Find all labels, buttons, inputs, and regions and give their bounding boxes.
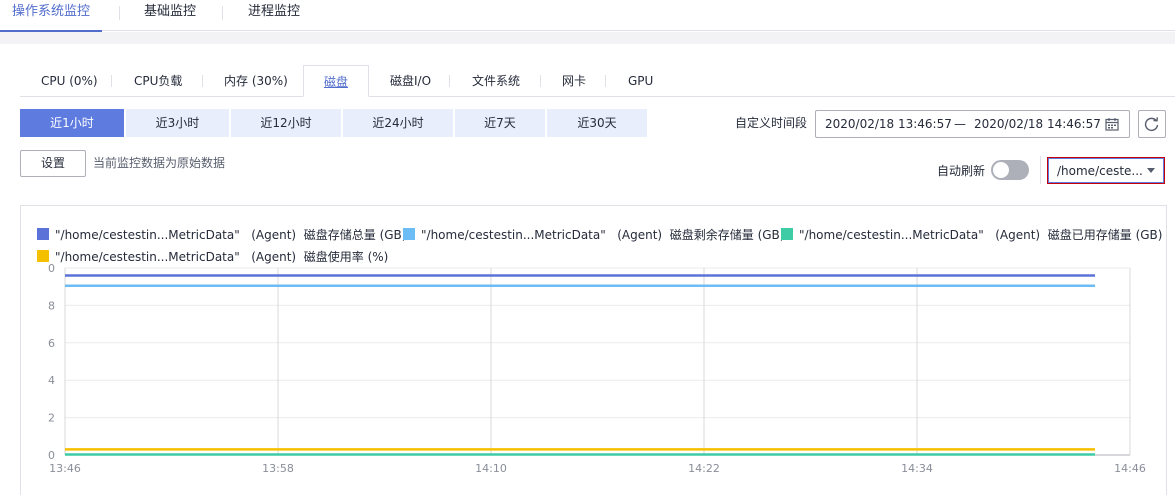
x-tick-label: 13:46: [49, 462, 81, 475]
tab-divider: [540, 75, 541, 87]
tab-memory[interactable]: 内存 (30%): [224, 65, 288, 97]
chart-panel: "/home/cestestin...MetricData" (Agent) 磁…: [20, 205, 1167, 495]
range-12h-button[interactable]: 近12小时: [231, 109, 341, 137]
tab-divider: [119, 6, 120, 20]
tab-divider: [605, 75, 606, 87]
chevron-down-icon: [1147, 168, 1155, 173]
directory-select-value: /home/ceste...: [1057, 164, 1143, 178]
top-tab-bar: 操作系统监控 基础监控 进程监控: [0, 0, 1175, 32]
tab-divider: [202, 75, 203, 87]
auto-refresh-label: 自动刷新: [937, 164, 986, 178]
toggle-knob: [993, 162, 1009, 178]
settings-button[interactable]: 设置: [20, 150, 86, 177]
y-tick-label: 4: [48, 374, 55, 387]
tab-filesystem[interactable]: 文件系统: [472, 65, 520, 97]
tab-cpu[interactable]: CPU (0%): [41, 65, 98, 97]
tab-disk[interactable]: 磁盘: [303, 65, 369, 97]
metric-tab-bar: CPU (0%) CPU负载 内存 (30%) 磁盘 磁盘I/O 文件系统 网卡…: [20, 65, 1175, 97]
x-tick-label: 14:10: [475, 462, 507, 475]
y-tick-label: 0: [48, 262, 55, 275]
start-date-value[interactable]: 2020/02/18 13:46:57: [825, 117, 952, 131]
tab-divider: [111, 75, 112, 87]
tab-os-monitoring[interactable]: 操作系统监控: [0, 0, 103, 32]
refresh-button[interactable]: [1138, 110, 1166, 138]
range-7d-button[interactable]: 近7天: [455, 109, 545, 137]
custom-range-label: 自定义时间段: [735, 116, 808, 130]
x-tick-label: 13:58: [262, 462, 294, 475]
y-tick-label: 0: [48, 449, 55, 462]
end-date-value[interactable]: 2020/02/18 14:46:57: [974, 117, 1101, 131]
tab-cpu-load[interactable]: CPU负载: [134, 65, 182, 97]
range-24h-button[interactable]: 近24小时: [343, 109, 453, 137]
tab-divider: [449, 75, 450, 87]
range-30d-button[interactable]: 近30天: [547, 109, 647, 137]
tab-process-monitoring[interactable]: 进程监控: [248, 0, 300, 31]
date-range-separator: —: [954, 117, 966, 131]
range-1h-button[interactable]: 近1小时: [20, 109, 124, 137]
tab-basic-monitoring[interactable]: 基础监控: [144, 0, 196, 31]
divider: [1040, 156, 1041, 184]
x-tick-label: 14:22: [688, 462, 720, 475]
section-divider-band: [0, 32, 1175, 44]
x-tick-label: 14:34: [901, 462, 933, 475]
refresh-icon: [1144, 117, 1159, 131]
tab-disk-io[interactable]: 磁盘I/O: [390, 65, 431, 97]
calendar-icon[interactable]: [1105, 117, 1119, 131]
tab-divider: [222, 6, 223, 20]
y-tick-label: 8: [48, 299, 55, 312]
y-tick-label: 6: [48, 337, 55, 350]
x-tick-label: 14:46: [1114, 462, 1146, 475]
range-3h-button[interactable]: 近3小时: [126, 109, 229, 137]
directory-select[interactable]: /home/ceste...: [1047, 157, 1165, 184]
tab-gpu[interactable]: GPU: [628, 65, 653, 97]
y-tick-label: 2: [48, 412, 55, 425]
disk-usage-chart: 02468013:46 13:58 14:10 14:22 14:34 14:46: [48, 262, 1146, 475]
auto-refresh-toggle[interactable]: [991, 160, 1029, 180]
raw-data-hint: 当前监控数据为原始数据: [93, 156, 226, 170]
tab-nic[interactable]: 网卡: [562, 65, 586, 97]
date-range-picker[interactable]: 2020/02/18 13:46:57 — 2020/02/18 14:46:5…: [815, 110, 1130, 138]
